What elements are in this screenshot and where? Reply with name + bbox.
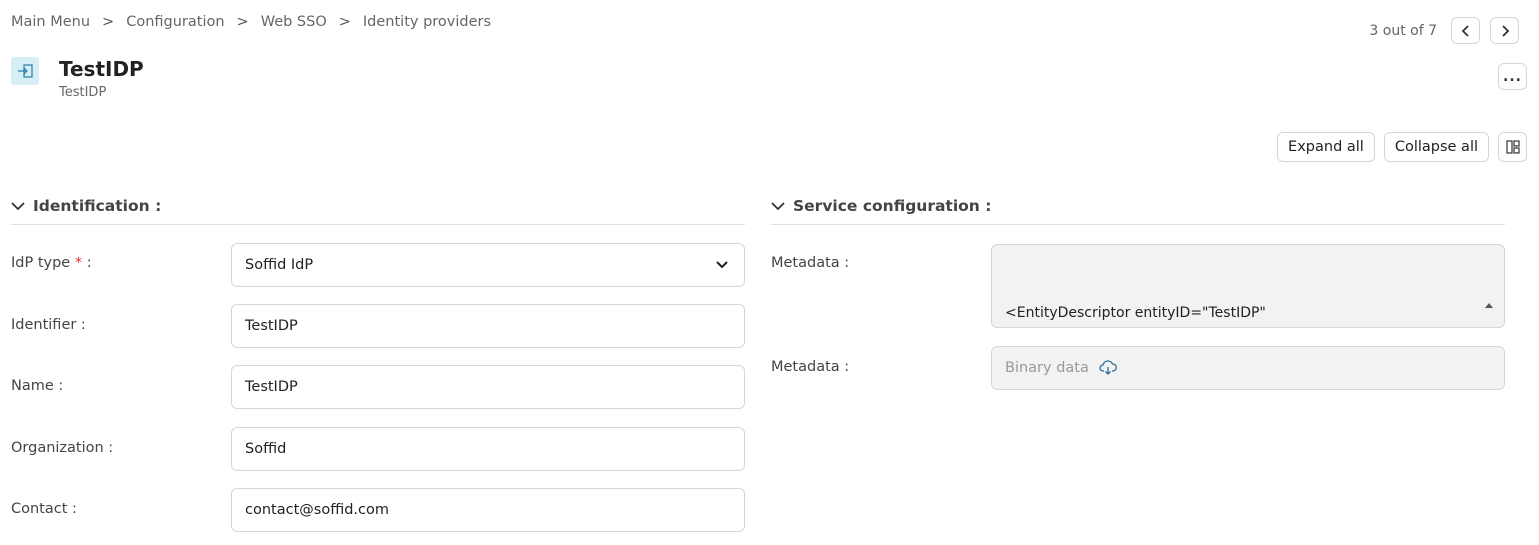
cloud-download-icon[interactable] — [1099, 360, 1117, 376]
breadcrumb-web-sso[interactable]: Web SSO — [261, 14, 327, 30]
chevron-down-icon — [716, 261, 728, 269]
idp-type-select[interactable]: Soffid IdP — [231, 243, 745, 287]
page-title: TestIDP — [59, 57, 144, 81]
collapse-all-button[interactable]: Collapse all — [1383, 132, 1489, 162]
layout-icon — [1505, 140, 1520, 154]
metadata-binary-value: Binary data — [1005, 360, 1089, 376]
chevron-down-icon — [11, 202, 25, 211]
name-label: Name : — [11, 378, 64, 394]
breadcrumb-separator: > — [236, 14, 249, 30]
service-configuration-header[interactable]: Service configuration : — [771, 190, 1505, 225]
breadcrumb-separator: > — [102, 14, 115, 30]
organization-field[interactable]: Soffid — [231, 427, 745, 471]
identifier-field[interactable]: TestIDP — [231, 304, 745, 348]
breadcrumb-identity-providers[interactable]: Identity providers — [363, 14, 491, 30]
toolbar: Expand all Collapse all — [1277, 132, 1527, 162]
contact-value: contact@soffid.com — [245, 502, 389, 518]
breadcrumb-separator: > — [338, 14, 351, 30]
layout-toggle-button[interactable] — [1498, 132, 1527, 162]
organization-value: Soffid — [245, 441, 287, 457]
next-record-button[interactable] — [1490, 17, 1519, 44]
name-value: TestIDP — [245, 379, 298, 395]
idp-type-label: IdP type * : — [11, 255, 92, 271]
previous-record-button[interactable] — [1451, 17, 1480, 44]
identifier-label: Identifier : — [11, 317, 86, 333]
contact-label: Contact : — [11, 501, 77, 517]
login-icon — [11, 57, 39, 85]
breadcrumb-configuration[interactable]: Configuration — [126, 14, 224, 30]
metadata-binary-label: Metadata : — [771, 359, 850, 375]
breadcrumb: Main Menu > Configuration > Web SSO > Id… — [11, 14, 491, 30]
page-subtitle: TestIDP — [59, 85, 107, 100]
pager-text: 3 out of 7 — [1369, 22, 1437, 39]
metadata-text-label: Metadata : — [771, 255, 850, 271]
identifier-value: TestIDP — [245, 318, 298, 334]
metadata-scrollbar[interactable] — [1484, 255, 1494, 317]
chevron-left-icon — [1461, 24, 1469, 37]
idp-type-value: Soffid IdP — [245, 257, 314, 273]
required-mark: * — [74, 255, 83, 271]
name-field[interactable]: TestIDP — [231, 365, 745, 409]
more-options-button[interactable]: ... — [1498, 63, 1527, 90]
organization-label: Organization : — [11, 440, 114, 456]
idp-type-label-suffix: : — [82, 255, 92, 271]
chevron-right-icon — [1501, 24, 1509, 37]
breadcrumb-main-menu[interactable]: Main Menu — [11, 14, 90, 30]
service-configuration-section: Service configuration : — [771, 190, 1505, 225]
service-configuration-title: Service configuration : — [793, 197, 992, 215]
identification-title: Identification : — [33, 197, 162, 215]
metadata-binary-field: Binary data — [991, 346, 1505, 390]
idp-type-label-text: IdP type — [11, 255, 71, 271]
metadata-text-value: <EntityDescriptor entityID="TestIDP" xml… — [1005, 305, 1266, 321]
metadata-textarea[interactable]: <EntityDescriptor entityID="TestIDP" xml… — [991, 244, 1505, 328]
contact-field[interactable]: contact@soffid.com — [231, 488, 745, 532]
identification-section: Identification : — [11, 190, 745, 225]
expand-all-button[interactable]: Expand all — [1277, 132, 1375, 162]
record-pager: 3 out of 7 — [1369, 17, 1519, 44]
identification-header[interactable]: Identification : — [11, 190, 745, 225]
chevron-down-icon — [771, 202, 785, 211]
